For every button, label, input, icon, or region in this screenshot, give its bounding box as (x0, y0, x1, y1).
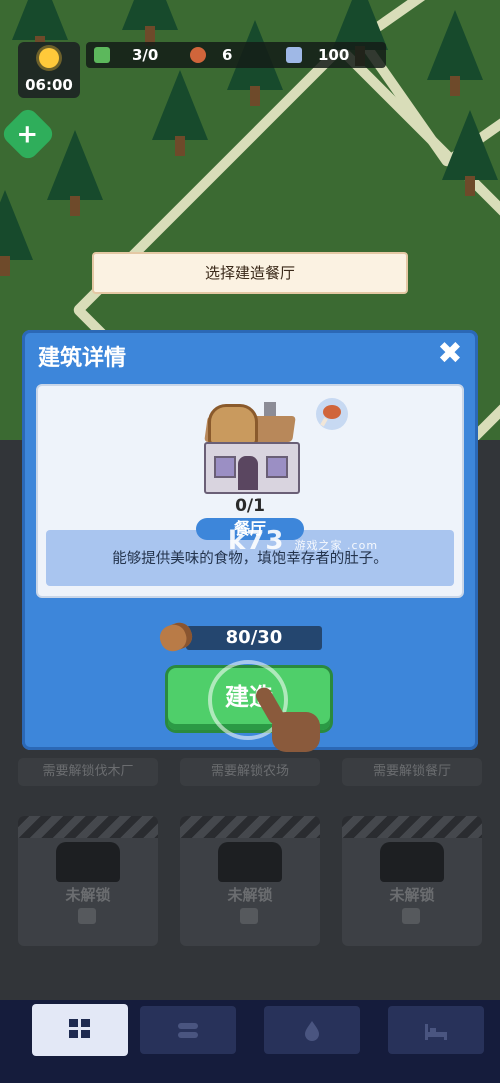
door (238, 456, 258, 490)
pointing-hand-icon (253, 684, 320, 752)
unlock-requirement: 需要解锁农场 (180, 758, 320, 786)
hint-toast: 选择建造餐厅 (92, 252, 408, 294)
window (266, 456, 288, 478)
water-drop-icon (305, 1021, 319, 1041)
clock-time: 06:00 (25, 76, 73, 94)
lock-icon (402, 908, 420, 924)
locked-label: 未解锁 (389, 886, 435, 904)
building-silhouette (380, 842, 444, 882)
survivor-icon (94, 47, 110, 63)
hazard-stripe (18, 816, 158, 838)
tab-water[interactable] (264, 1006, 360, 1054)
bed-icon (425, 1024, 447, 1040)
building-info-panel: 0/1 能够提供美味的食物，填饱幸存者的肚子。 餐厅 k73 游戏之家 .com (36, 384, 464, 598)
building-silhouette (56, 842, 120, 882)
hazard-stripe (342, 816, 482, 838)
resource-bar: 3/0 6 100 (86, 42, 386, 68)
lock-icon (78, 908, 96, 924)
wood-cost-bar: 80/30 (186, 626, 322, 650)
logs-icon (178, 1023, 198, 1038)
time-of-day-widget: 06:00 (18, 42, 80, 98)
dialog-title: 建筑详情 (38, 346, 127, 371)
survivor-count: 3/0 (132, 46, 159, 64)
building-detail-dialog: 建筑详情 ✖ 0/1 能够提供美味的食物，填饱幸存者的肚子。 餐厅 k73 游戏… (22, 330, 478, 752)
watermark-subtext: 游戏之家 .com (294, 539, 379, 552)
watermark-text: k73 (228, 526, 285, 556)
plus-icon: + (16, 119, 39, 150)
locked-label: 未解锁 (227, 886, 273, 904)
watermark-logo: k73 游戏之家 .com (228, 526, 378, 556)
locked-label: 未解锁 (65, 886, 111, 904)
water-bottle-icon (286, 47, 302, 63)
restaurant-building-icon (200, 398, 300, 494)
tab-rest[interactable] (388, 1006, 484, 1054)
grid-icon (69, 1019, 90, 1038)
meat-icon (316, 398, 348, 430)
building-silhouette (218, 842, 282, 882)
food-count: 6 (222, 46, 233, 64)
fork-knife-sign-icon (208, 404, 258, 446)
meat-icon (190, 47, 206, 63)
bottom-tab-bar (0, 1000, 500, 1083)
locked-building-card[interactable]: 未解锁 (342, 816, 482, 946)
tab-resources[interactable] (140, 1006, 236, 1054)
building-count: 0/1 (235, 496, 265, 516)
window (214, 456, 236, 478)
hand-palm (272, 712, 320, 752)
lock-icon (240, 908, 258, 924)
water-count: 100 (318, 46, 350, 64)
locked-building-card[interactable]: 未解锁 (180, 816, 320, 946)
close-icon[interactable]: ✖ (434, 338, 466, 370)
unlock-requirement: 需要解锁餐厅 (342, 758, 482, 786)
unlock-requirement: 需要解锁伐木厂 (18, 758, 158, 786)
hazard-stripe (180, 816, 320, 838)
tab-buildings[interactable] (32, 1004, 128, 1056)
sun-icon (39, 48, 59, 68)
locked-building-card[interactable]: 未解锁 (18, 816, 158, 946)
